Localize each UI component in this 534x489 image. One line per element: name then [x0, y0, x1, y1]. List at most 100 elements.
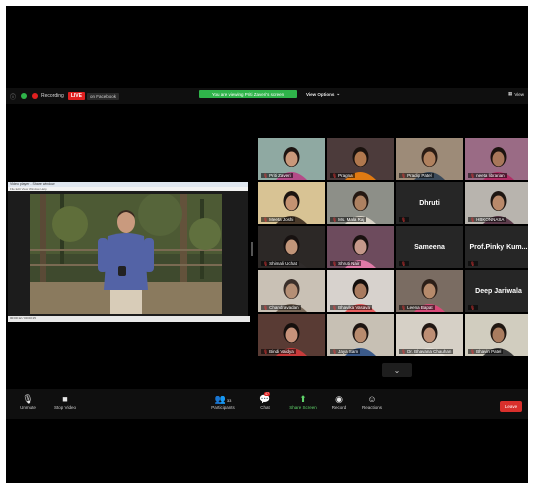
- shared-screen: Video player - Share window File Edit Vi…: [8, 182, 250, 322]
- participant-name-label: 🎙HBKONNASA: [468, 217, 507, 222]
- participant-name: Shruti Nair: [338, 261, 360, 266]
- participant-tile[interactable]: Dhruti 🎙: [396, 182, 463, 224]
- recording-dot-icon: [32, 93, 39, 99]
- participant-name: Jaya Sam: [338, 349, 359, 354]
- chat-button[interactable]: 💬 47 Chat: [256, 392, 274, 410]
- muted-microphone-icon: 🎙: [470, 173, 476, 178]
- muted-microphone-icon: 🎙: [263, 349, 269, 354]
- participant-tile[interactable]: 🎙neeta librarian: [465, 138, 528, 180]
- participant-name-label: 🎙Jaya Sam: [330, 349, 361, 354]
- muted-microphone-icon: 🎙: [401, 261, 407, 266]
- meeting-top-bar: ⓘ Recording LIVE on Facebook You are vie…: [6, 88, 528, 104]
- participant-name: neeta librarian: [476, 173, 505, 178]
- participant-name-label: 🎙Priti Zaveri: [261, 173, 293, 178]
- participant-name: Pradip Patel: [407, 173, 432, 178]
- stop-video-button[interactable]: ■ Stop Video: [48, 393, 82, 410]
- recording-label: Recording: [41, 93, 64, 99]
- share-screen-button[interactable]: ⬆ Share Screen: [286, 393, 320, 410]
- participant-tile[interactable]: 🎙Ms. Mala Raj: [327, 182, 394, 224]
- participant-name: Leena Bapat: [407, 305, 433, 310]
- participant-tile[interactable]: 🎙Dr. Bhavana Chauhan: [396, 314, 463, 356]
- reactions-label: Reactions: [361, 405, 382, 410]
- participant-name-label: 🎙Shimali Uchat: [261, 261, 299, 266]
- chevron-down-icon: ⌄: [393, 365, 401, 375]
- participants-button[interactable]: 👥33 Participants: [206, 393, 240, 410]
- split-drag-handle[interactable]: [251, 242, 253, 256]
- participant-name-label: 🎙Leena Bapat: [399, 305, 435, 310]
- chevron-down-icon: ⌄: [336, 91, 341, 96]
- reactions-button[interactable]: ☺ Reactions: [358, 393, 386, 410]
- unmute-button[interactable]: 🎙 Unmute: [14, 393, 42, 410]
- muted-microphone-icon: 🎙: [470, 261, 476, 266]
- meeting-controls-bar: 🎙 Unmute ■ Stop Video 👥33 Participants 💬…: [6, 389, 528, 419]
- participant-tile[interactable]: 🎙Jaya Sam: [327, 314, 394, 356]
- participant-name: Ms. Mala Raj: [338, 217, 365, 222]
- view-layout-button[interactable]: ▦ View: [508, 90, 524, 98]
- next-page-button[interactable]: ⌄: [382, 363, 412, 377]
- muted-microphone-icon: 🎙: [22, 394, 34, 404]
- unmute-label: Unmute: [20, 405, 36, 410]
- participant-name: Bhavin Patel: [476, 349, 502, 354]
- muted-microphone-icon: 🎙: [332, 261, 338, 266]
- zoom-meeting-window: ⓘ Recording LIVE on Facebook You are vie…: [6, 6, 528, 483]
- stop-video-label: Stop Video: [54, 405, 76, 410]
- participant-name-label: 🎙Chandravadan: [261, 305, 301, 310]
- muted-microphone-icon: 🎙: [470, 349, 476, 354]
- view-options-dropdown[interactable]: View Options ⌄: [306, 90, 340, 98]
- participant-name-label: 🎙Ms. Mala Raj: [330, 217, 367, 222]
- participant-tile[interactable]: 🎙Bhavin Patel: [465, 314, 528, 356]
- smiley-icon: ☺: [367, 394, 377, 404]
- participant-tile[interactable]: 🎙Leena Bapat: [396, 270, 463, 312]
- participant-tile[interactable]: 🎙Bindi Vaidya: [258, 314, 325, 356]
- participant-name-label: 🎙Dr. Bhavana Chauhan: [399, 349, 454, 354]
- record-button[interactable]: ◉ Record: [328, 393, 350, 410]
- participant-tile[interactable]: Prof.Pinky Kum... 🎙: [465, 226, 528, 268]
- participants-icon: 👥33: [214, 394, 232, 404]
- participant-tile[interactable]: Sameena 🎙: [396, 226, 463, 268]
- participant-name-label: 🎙neeta librarian: [468, 173, 507, 178]
- viewing-screen-banner: You are viewing Priti Zaveri's screen: [199, 90, 297, 98]
- shared-window-status: 00:00:12 / 00:03:15: [8, 316, 250, 322]
- chat-unread-badge: 47: [264, 392, 270, 396]
- participant-tile[interactable]: 🎙Shimali Uchat: [258, 226, 325, 268]
- participant-name-label: 🎙: [468, 305, 479, 310]
- participant-name: Pragna: [338, 173, 353, 178]
- share-screen-icon: ⬆: [299, 394, 307, 404]
- participant-tile[interactable]: 🎙Shruti Nair: [327, 226, 394, 268]
- muted-microphone-icon: 🎙: [263, 173, 269, 178]
- participant-tile[interactable]: 🎙Chandravadan: [258, 270, 325, 312]
- shared-window-menu: File Edit View Window Help: [8, 187, 248, 191]
- shared-video-image: [30, 194, 222, 314]
- live-badge[interactable]: LIVE: [67, 92, 85, 100]
- participant-tile[interactable]: 🎙Pragna: [327, 138, 394, 180]
- facebook-live-dropdown[interactable]: on Facebook: [86, 92, 119, 100]
- participant-name-label: 🎙: [399, 261, 410, 266]
- participant-name-label: 🎙: [399, 217, 410, 222]
- muted-microphone-icon: 🎙: [332, 305, 338, 310]
- participant-tile[interactable]: 🎙Meeta Joshi: [258, 182, 325, 224]
- grid-view-icon: ▦: [508, 91, 513, 96]
- participant-tile[interactable]: 🎙Bhavika Vasava: [327, 270, 394, 312]
- participant-name: Shimali Uchat: [269, 261, 297, 266]
- participant-name-label: 🎙Pragna: [330, 173, 355, 178]
- participant-tile[interactable]: 🎙Priti Zaveri: [258, 138, 325, 180]
- participant-name-label: 🎙Bindi Vaidya: [261, 349, 296, 354]
- info-icon[interactable]: ⓘ: [10, 92, 16, 101]
- participants-label: Participants: [211, 405, 235, 410]
- muted-microphone-icon: 🎙: [263, 305, 269, 310]
- participant-name: Meeta Joshi: [269, 217, 294, 222]
- participant-name-label: 🎙Meeta Joshi: [261, 217, 296, 222]
- participant-name-label: 🎙Pradip Patel: [399, 173, 434, 178]
- muted-microphone-icon: 🎙: [401, 349, 407, 354]
- participant-tile[interactable]: 🎙HBKONNASA: [465, 182, 528, 224]
- record-label: Record: [331, 405, 347, 410]
- muted-microphone-icon: 🎙: [401, 305, 407, 310]
- participant-name-label: 🎙: [468, 261, 479, 266]
- leave-button[interactable]: Leave: [500, 401, 522, 412]
- participant-name: Bindi Vaidya: [269, 349, 294, 354]
- participant-tile[interactable]: Deep Jariwala 🎙: [465, 270, 528, 312]
- muted-microphone-icon: 🎙: [401, 217, 407, 222]
- encryption-shield-icon[interactable]: [21, 93, 28, 99]
- record-icon: ◉: [335, 394, 343, 404]
- participant-tile[interactable]: 🎙Pradip Patel: [396, 138, 463, 180]
